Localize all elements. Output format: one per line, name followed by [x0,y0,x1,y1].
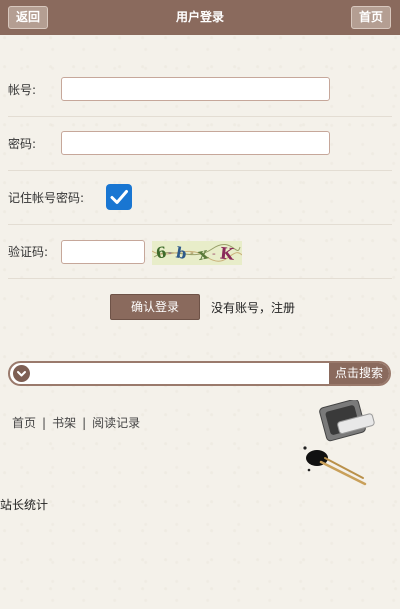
home-button[interactable]: 首页 [351,6,391,29]
svg-text:K: K [219,243,236,263]
footer-nav: 首页 | 书架 | 阅读记录 [12,414,140,431]
checkmark-icon [110,190,128,204]
search-button[interactable]: 点击搜索 [329,363,389,384]
captcha-row: 验证码: 6 - b - x - K [8,225,392,279]
svg-text:-: - [212,247,216,260]
password-label: 密码: [8,137,37,151]
svg-text:6: 6 [155,243,168,262]
divider: | [42,416,47,430]
register-link[interactable]: 没有账号，注册 [211,299,295,316]
account-row: 帐号: [8,63,392,117]
captcha-input[interactable] [61,240,145,264]
footer-link-bookshelf[interactable]: 书架 [52,416,76,430]
search-input[interactable] [34,363,329,384]
back-button[interactable]: 返回 [8,6,48,29]
remember-row: 记住帐号密码: [8,171,392,225]
footer-link-home[interactable]: 首页 [12,416,36,430]
top-bar: 用户登录 返回 首页 [0,0,400,35]
account-input[interactable] [61,77,330,101]
ink-stone-illustration [303,400,375,486]
search-category-dropdown[interactable] [13,365,30,382]
password-row: 密码: [8,117,392,171]
svg-text:-: - [190,246,194,259]
svg-text:b: b [174,243,187,263]
page-title: 用户登录 [175,10,224,24]
password-input[interactable] [61,131,330,155]
captcha-label: 验证码: [8,245,49,259]
svg-text:x: x [196,243,210,264]
confirm-login-button[interactable]: 确认登录 [110,294,200,320]
remember-label: 记住帐号密码: [8,191,85,205]
svg-text:-: - [168,246,172,259]
footer-link-history[interactable]: 阅读记录 [92,416,140,430]
account-label: 帐号: [8,83,37,97]
captcha-noise: 6 - b - x - K [152,243,242,264]
divider: | [82,416,87,430]
site-stats-link[interactable]: 站长统计 [0,496,48,513]
captcha-image[interactable]: 6 - b - x - K [152,241,242,265]
search-bar: 点击搜索 [8,361,391,386]
remember-checkbox[interactable] [106,184,132,210]
chevron-down-icon [17,371,26,377]
